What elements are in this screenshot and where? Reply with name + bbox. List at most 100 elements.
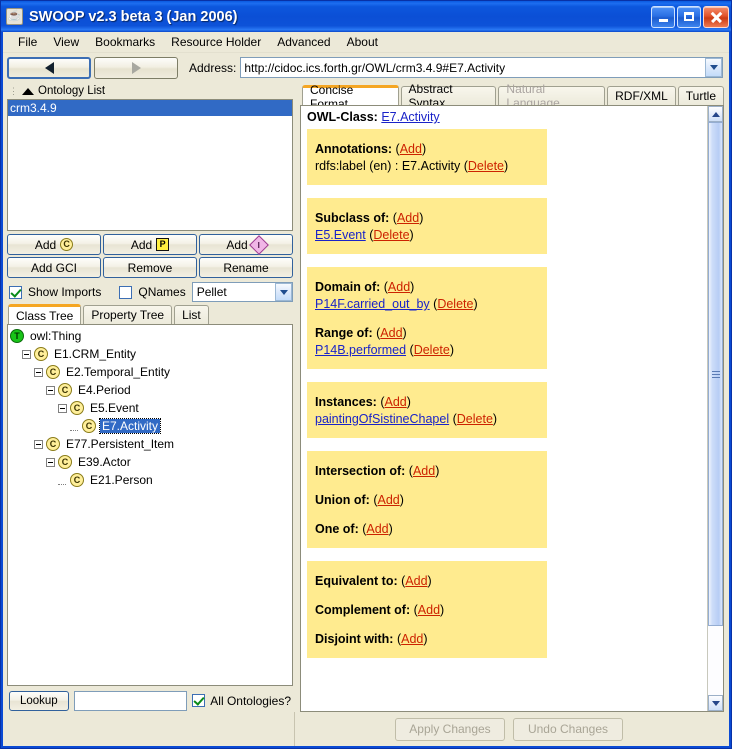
property-row: P14F.carried_out_by (Delete) <box>315 296 537 313</box>
class-tree[interactable]: Towl:Thing C E1.CRM_Entity C E2.Temporal_Ent… <box>7 324 293 686</box>
tree-node-label[interactable]: E39.Actor <box>76 455 133 469</box>
delete-link[interactable]: Delete <box>414 343 450 357</box>
entity-link[interactable]: E5.Event <box>315 228 366 242</box>
tree-node-label[interactable]: E7.Activity <box>98 418 162 434</box>
close-button[interactable] <box>703 5 729 28</box>
add-individual-label: Add <box>226 237 248 252</box>
entity-link[interactable]: paintingOfSistineChapel <box>315 412 449 426</box>
tree-node[interactable]: Towl:Thing <box>10 327 292 345</box>
class-icon: C <box>60 238 74 251</box>
tree-node-label[interactable]: E1.CRM_Entity <box>52 347 138 361</box>
tree-node-label[interactable]: E4.Period <box>76 383 133 397</box>
tree-node[interactable]: C E21.Person <box>10 471 292 489</box>
tree-node[interactable]: C E77.Persistent_Item <box>10 435 292 453</box>
tree-expander-icon[interactable] <box>22 349 31 359</box>
back-button[interactable] <box>7 56 91 79</box>
menu-advanced[interactable]: Advanced <box>269 33 338 51</box>
tab-class-tree[interactable]: Class Tree <box>8 304 82 324</box>
add-link[interactable]: Add <box>418 603 440 617</box>
reasoner-dropdown-button[interactable] <box>275 283 292 301</box>
ontology-list[interactable]: crm3.4.9 <box>7 99 293 231</box>
entity-link[interactable]: P14B.performed <box>315 343 406 357</box>
owl-class-link[interactable]: E7.Activity <box>381 110 439 124</box>
window-title: SWOOP v2.3 beta 3 (Jan 2006) <box>29 8 238 25</box>
tree-node[interactable]: C E2.Temporal_Entity <box>10 363 292 381</box>
address-input[interactable]: http://cidoc.ics.forth.gr/OWL/crm3.4.9#E… <box>244 61 705 75</box>
add-link[interactable]: Add <box>384 395 406 409</box>
forward-button[interactable] <box>94 56 178 79</box>
add-link[interactable]: Add <box>401 632 423 646</box>
show-imports-checkbox[interactable] <box>9 285 22 299</box>
property-section: Intersection of: (Add) Union of: (Add) One… <box>307 451 547 548</box>
property-row: Union of: (Add) <box>315 492 537 509</box>
tab-list[interactable]: List <box>174 305 209 324</box>
tree-node-label[interactable]: E21.Person <box>88 473 155 487</box>
property-label: Complement of: <box>315 603 414 617</box>
add-class-button[interactable]: Add C <box>7 234 101 255</box>
tree-node-label[interactable]: E77.Persistent_Item <box>64 437 176 451</box>
menu-file[interactable]: File <box>10 33 45 51</box>
tree-node-label[interactable]: owl:Thing <box>28 329 83 343</box>
tree-expander-icon[interactable] <box>46 457 55 467</box>
tab-concise-format[interactable]: Concise Format <box>302 83 399 111</box>
delete-link[interactable]: Delete <box>373 228 409 242</box>
add-individual-button[interactable]: Add I <box>199 234 293 255</box>
list-item[interactable]: crm3.4.9 <box>8 100 292 116</box>
tree-node[interactable]: C E5.Event <box>10 399 292 417</box>
menu-about[interactable]: About <box>339 33 386 51</box>
drag-grip-icon[interactable]: ⋮ <box>9 87 18 96</box>
property-row: P14B.performed (Delete) <box>315 342 537 359</box>
menu-resource-holder[interactable]: Resource Holder <box>163 33 269 51</box>
tab-rdf-xml[interactable]: RDF/XML <box>607 86 676 105</box>
scrollbar-track[interactable] <box>708 122 723 695</box>
remove-button[interactable]: Remove <box>103 257 197 278</box>
tab-property-tree[interactable]: Property Tree <box>83 305 173 324</box>
qnames-checkbox[interactable] <box>119 285 133 299</box>
lookup-input[interactable] <box>73 690 188 711</box>
tree-expander-icon[interactable] <box>34 367 43 377</box>
entity-link[interactable]: P14F.carried_out_by <box>315 297 430 311</box>
tree-node[interactable]: C E7.Activity <box>10 417 292 435</box>
reasoner-select[interactable]: Pellet <box>191 282 293 302</box>
menu-bookmarks[interactable]: Bookmarks <box>87 33 163 51</box>
maximize-button[interactable] <box>677 5 701 28</box>
lookup-button[interactable]: Lookup <box>9 690 69 711</box>
add-property-button[interactable]: Add P <box>103 234 197 255</box>
property-label: Equivalent to: <box>315 574 402 588</box>
delete-link[interactable]: Delete <box>437 297 473 311</box>
add-link[interactable]: Add <box>405 574 427 588</box>
scroll-down-button[interactable] <box>708 695 723 711</box>
rename-button[interactable]: Rename <box>199 257 293 278</box>
tree-expander-icon[interactable] <box>46 385 55 395</box>
all-ontologies-checkbox[interactable] <box>192 694 206 707</box>
tree-node[interactable]: C E1.CRM_Entity <box>10 345 292 363</box>
add-gci-button[interactable]: Add GCI <box>7 257 101 278</box>
add-link[interactable]: Add <box>366 522 388 536</box>
tree-expander-icon[interactable] <box>34 439 43 449</box>
minimize-button[interactable] <box>651 5 675 28</box>
tree-node[interactable]: C E4.Period <box>10 381 292 399</box>
property-label: Intersection of: <box>315 464 409 478</box>
tree-expander-icon[interactable] <box>58 403 67 413</box>
add-link[interactable]: Add <box>397 211 419 225</box>
tree-node-label[interactable]: E5.Event <box>88 401 141 415</box>
tree-node-label[interactable]: E2.Temporal_Entity <box>64 365 172 379</box>
scrollbar-thumb[interactable] <box>708 122 723 627</box>
address-bar[interactable]: http://cidoc.ics.forth.gr/OWL/crm3.4.9#E… <box>240 57 723 78</box>
tree-node[interactable]: C E39.Actor <box>10 453 292 471</box>
add-link[interactable]: Add <box>380 326 402 340</box>
scroll-up-button[interactable] <box>708 106 723 122</box>
delete-link[interactable]: Delete <box>468 159 504 173</box>
add-link[interactable]: Add <box>400 142 422 156</box>
content-scrollbar[interactable] <box>707 106 723 711</box>
menu-view[interactable]: View <box>45 33 87 51</box>
tab-abstract-syntax[interactable]: Abstract Syntax <box>400 82 497 110</box>
collapse-triangle-icon[interactable] <box>22 87 34 95</box>
address-dropdown-button[interactable] <box>705 58 722 77</box>
tab-turtle[interactable]: Turtle <box>677 86 725 105</box>
thing-icon: T <box>10 329 24 343</box>
add-link[interactable]: Add <box>388 280 410 294</box>
delete-link[interactable]: Delete <box>457 412 493 426</box>
add-link[interactable]: Add <box>413 464 435 478</box>
add-link[interactable]: Add <box>378 493 400 507</box>
